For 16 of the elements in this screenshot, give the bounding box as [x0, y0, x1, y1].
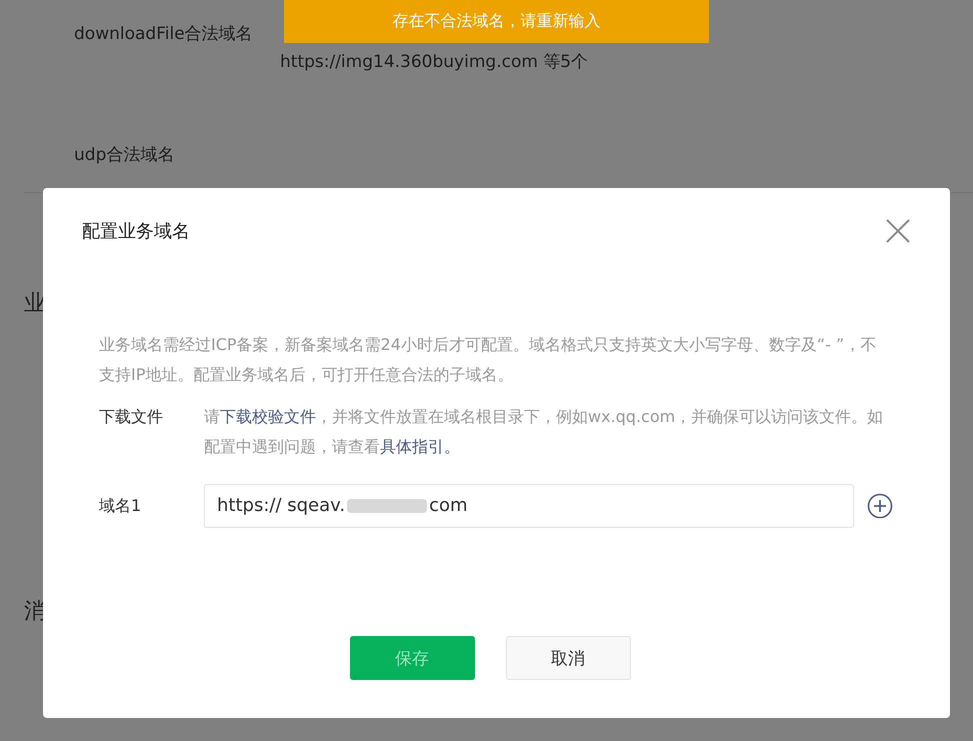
error-toast: 存在不合法域名，请重新输入	[284, 0, 709, 43]
input-field[interactable]: https:// sqeav. com	[204, 484, 854, 528]
instruction-text: 请下载校验文件，并将文件放置在域名根目录下，例如wx.qq.com，并确保可以访问该文件。如配置中遇到问题，请查看具体指引。	[204, 406, 884, 458]
cancel-button[interactable]: 取消	[506, 636, 630, 680]
section-title: 业	[24, 290, 46, 318]
close-button[interactable]	[885, 218, 911, 244]
link[interactable]: 下载校验文件	[220, 407, 316, 426]
description-text: 业务域名需经过ICP备案，新备案域名需24小时后才可配置。域名格式只支持英文大小写字母、数字及“- ”，不支持IP地址。配置业务域名后，可打开任意合法的子域名。	[99, 334, 878, 386]
add-icon[interactable]	[867, 493, 893, 519]
field-label: 下载文件	[99, 406, 164, 428]
dialog-title: 配置业务域名	[82, 220, 190, 243]
link[interactable]: 具体指引。	[380, 437, 460, 456]
setting-value: https://img14.360buyimg.com 等5个	[280, 51, 588, 73]
setting-label: downloadFile合法域名	[74, 23, 254, 46]
field-label: 域名1	[99, 495, 142, 517]
setting-label: udp合法域名	[74, 144, 176, 166]
